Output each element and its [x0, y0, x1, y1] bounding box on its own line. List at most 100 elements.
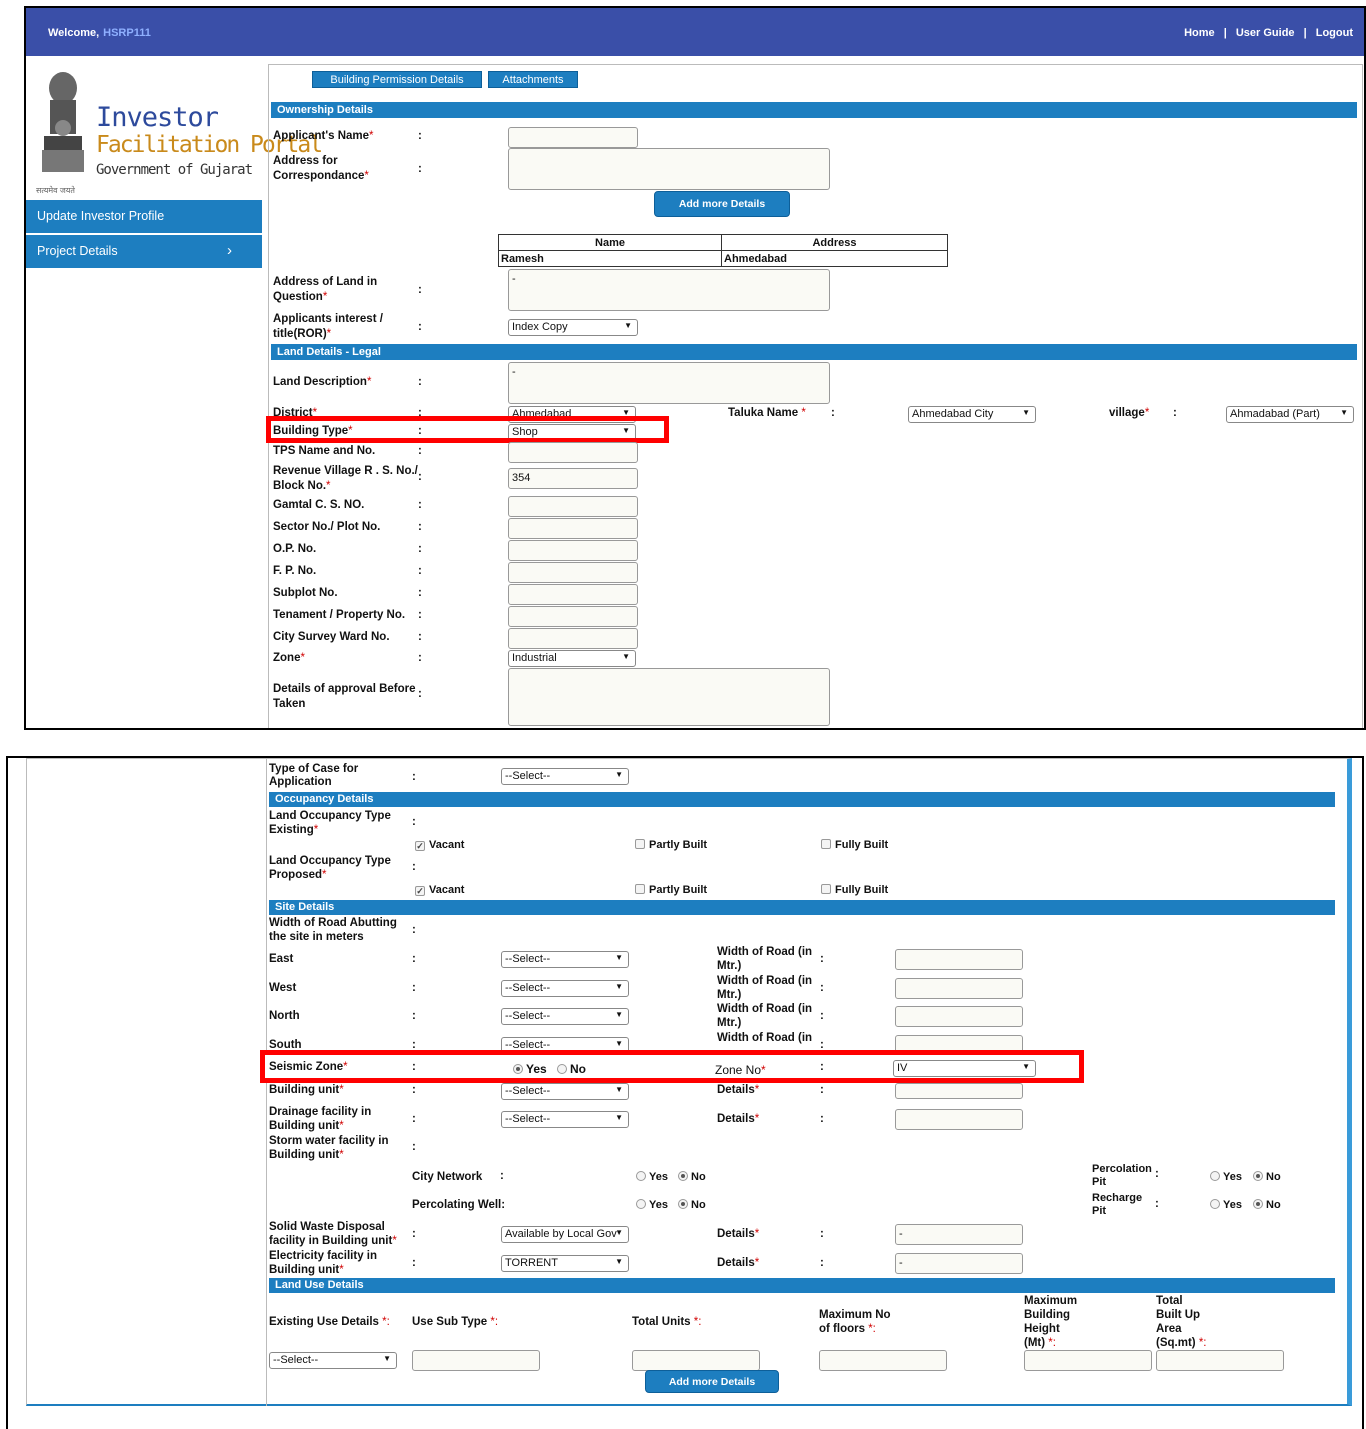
tab-attachments[interactable]: Attachments — [488, 71, 578, 88]
section-ownership: Ownership Details — [271, 102, 1357, 118]
electricity-details-label: Details* — [717, 1257, 760, 1269]
electricity-details-input[interactable]: - — [895, 1253, 1023, 1274]
percolation-pit-yes[interactable]: Yes — [1210, 1171, 1242, 1183]
address-corr-label: Address for Correspondance* — [273, 155, 369, 182]
west-road-input[interactable] — [895, 978, 1023, 999]
dropdown-arrow-icon: ▼ — [615, 1228, 623, 1237]
revenue-input[interactable]: 354 — [508, 468, 638, 489]
max-floors-input[interactable] — [819, 1350, 947, 1371]
drainage-select[interactable]: --Select-- ▼ — [501, 1111, 629, 1128]
occ-proposed-fully[interactable]: Fully Built — [821, 884, 888, 896]
add-more-details-button[interactable]: Add more Details — [654, 191, 790, 217]
south-road-label: Width of Road (in — [717, 1032, 813, 1044]
storm-label: Storm water facility in Building unit* — [269, 1135, 389, 1161]
section-site: Site Details — [269, 900, 1335, 915]
gamtal-input[interactable] — [508, 496, 638, 517]
north-label: North — [269, 1010, 300, 1022]
subplot-input[interactable] — [508, 584, 638, 605]
interest-select[interactable]: Index Copy ▼ — [508, 319, 638, 336]
radio-icon — [1210, 1171, 1220, 1181]
case-type-select[interactable]: --Select-- ▼ — [501, 768, 629, 785]
occ-proposed-vacant[interactable]: ✓ Vacant — [415, 884, 464, 896]
city-network-no[interactable]: No — [678, 1171, 706, 1183]
recharge-pit-label: Recharge Pit — [1092, 1192, 1143, 1217]
content-border-right — [1362, 64, 1363, 728]
occ-existing-partly[interactable]: Partly Built — [635, 839, 707, 851]
owner-table: Name Address Ramesh Ahmedabad — [498, 234, 948, 267]
highlight-building-type — [266, 416, 669, 443]
use-sub-type-label: Use Sub Type *: — [412, 1316, 499, 1328]
dropdown-arrow-icon: ▼ — [1022, 408, 1030, 417]
north-road-input[interactable] — [895, 1006, 1023, 1027]
checkbox-icon — [821, 839, 831, 849]
percolating-well-yes[interactable]: Yes — [636, 1199, 668, 1211]
address-corr-textarea[interactable] — [508, 148, 830, 190]
fp-input[interactable] — [508, 562, 638, 583]
occ-existing-vacant[interactable]: ✓ Vacant — [415, 839, 464, 851]
existing-use-select[interactable]: --Select-- ▼ — [269, 1352, 397, 1369]
tab-building-permission[interactable]: Building Permission Details — [312, 71, 482, 88]
sidebar-item-update-profile[interactable]: Update Investor Profile — [26, 200, 262, 233]
op-input[interactable] — [508, 540, 638, 561]
checkbox-checked-icon: ✓ — [415, 841, 425, 851]
sector-input[interactable] — [508, 518, 638, 539]
tenament-input[interactable] — [508, 606, 638, 627]
max-height-input[interactable] — [1024, 1350, 1152, 1371]
land-desc-textarea[interactable]: - — [508, 362, 830, 404]
approval-textarea[interactable] — [508, 668, 830, 726]
chevron-right-icon: › — [227, 242, 232, 259]
radio-selected-icon — [678, 1199, 688, 1209]
address-land-textarea[interactable]: - — [508, 269, 830, 311]
applicant-name-label: Applicant's Name* — [273, 130, 374, 142]
sidebar-item-project-details[interactable]: Project Details › — [26, 235, 262, 268]
section-land-use: Land Use Details — [269, 1278, 1335, 1293]
welcome-text: Welcome, HSRP111 — [48, 27, 151, 39]
water-details-input[interactable] — [895, 1083, 1023, 1099]
top-nav-bar: Welcome, HSRP111 Home | User Guide | Logo… — [26, 8, 1364, 56]
north-select[interactable]: --Select-- ▼ — [501, 1008, 629, 1025]
city-network-yes[interactable]: Yes — [636, 1171, 668, 1183]
ward-input[interactable] — [508, 628, 638, 649]
max-height-label: Maximum Building Height (Mt) *: — [1024, 1295, 1078, 1349]
east-label: East — [269, 953, 294, 965]
zone-select[interactable]: Industrial ▼ — [508, 650, 636, 667]
logout-link[interactable]: Logout — [1313, 27, 1356, 39]
east-select[interactable]: --Select-- ▼ — [501, 951, 629, 968]
checkbox-checked-icon: ✓ — [415, 886, 425, 896]
gamtal-label: Gamtal C. S. NO. — [273, 499, 365, 511]
recharge-pit-yes[interactable]: Yes — [1210, 1199, 1242, 1211]
water-select[interactable]: --Select-- ▼ — [501, 1083, 629, 1100]
electricity-label: Electricity facility in Building unit* — [269, 1250, 378, 1276]
village-select[interactable]: Ahmadabad (Part) ▼ — [1226, 406, 1354, 423]
interest-label: Applicants interest / title(ROR)* — [273, 313, 383, 340]
percolation-pit-label: Percolation Pit — [1092, 1163, 1152, 1188]
road-width-label: Width of Road Abutting the site in meters — [269, 917, 397, 943]
percolation-pit-no[interactable]: No — [1253, 1171, 1281, 1183]
case-type-label: Type of Case for Application — [269, 763, 359, 788]
highlight-seismic-zone — [260, 1050, 1084, 1083]
solid-waste-details-input[interactable]: - — [895, 1224, 1023, 1245]
electricity-select[interactable]: TORRENT ▼ — [501, 1255, 629, 1272]
east-road-input[interactable] — [895, 949, 1023, 970]
add-more-land-use-button[interactable]: Add more Details — [645, 1370, 779, 1393]
drainage-details-input[interactable] — [895, 1109, 1023, 1130]
use-sub-type-input[interactable] — [412, 1350, 540, 1371]
dropdown-arrow-icon: ▼ — [615, 1010, 623, 1019]
occ-existing-fully[interactable]: Fully Built — [821, 839, 888, 851]
dropdown-arrow-icon: ▼ — [615, 1257, 623, 1266]
recharge-pit-no[interactable]: No — [1253, 1199, 1281, 1211]
tps-input[interactable] — [508, 442, 638, 463]
solid-waste-select[interactable]: Available by Local Gov ▼ — [501, 1226, 629, 1243]
west-select[interactable]: --Select-- ▼ — [501, 980, 629, 997]
total-units-input[interactable] — [632, 1350, 760, 1371]
user-guide-link[interactable]: User Guide — [1233, 27, 1298, 39]
total-area-input[interactable] — [1156, 1350, 1284, 1371]
dropdown-arrow-icon: ▼ — [383, 1354, 391, 1363]
taluka-select[interactable]: Ahmedabad City ▼ — [908, 406, 1036, 423]
home-link[interactable]: Home — [1181, 27, 1218, 39]
dropdown-arrow-icon: ▼ — [615, 1039, 623, 1048]
occ-proposed-partly[interactable]: Partly Built — [635, 884, 707, 896]
dropdown-arrow-icon: ▼ — [615, 982, 623, 991]
applicant-name-input[interactable] — [508, 127, 638, 148]
percolating-well-no[interactable]: No — [678, 1199, 706, 1211]
